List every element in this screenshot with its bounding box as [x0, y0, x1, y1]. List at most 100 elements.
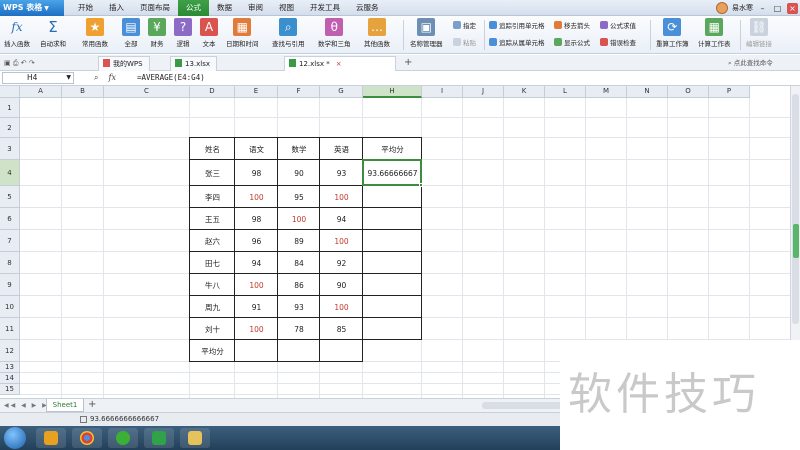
row-header[interactable]: 10 — [0, 296, 20, 318]
taskbar-explorer[interactable] — [180, 428, 210, 448]
table-cell-english[interactable]: 100 — [320, 296, 363, 318]
menu-insert[interactable]: 插入 — [101, 0, 132, 16]
table-cell-name[interactable]: 刘十 — [190, 318, 235, 340]
table-cell-chinese[interactable]: 98 — [235, 208, 278, 230]
column-header[interactable]: P — [709, 86, 750, 98]
other-functions-button[interactable]: … 其他函数 — [364, 18, 390, 48]
calc-sheet-button[interactable]: ▦ 计算工作表 — [698, 18, 731, 48]
edit-links-button[interactable]: ⛓ 编辑链接 — [746, 18, 772, 48]
table-cell-math[interactable]: 95 — [278, 186, 320, 208]
menu-review[interactable]: 审阅 — [240, 0, 271, 16]
select-all-corner[interactable] — [0, 86, 20, 98]
redo-icon[interactable]: ↷ — [29, 59, 35, 67]
column-header[interactable]: M — [586, 86, 627, 98]
trace-dependents-button[interactable]: 追踪从属单元格 — [489, 37, 545, 47]
common-functions-button[interactable]: ★ 常用函数 — [82, 18, 108, 48]
table-cell-name[interactable]: 周九 — [190, 296, 235, 318]
new-tab-button[interactable]: + — [404, 57, 412, 68]
header-average[interactable]: 平均分 — [363, 138, 422, 160]
menu-page-layout[interactable]: 页面布局 — [132, 0, 178, 16]
column-header[interactable]: J — [463, 86, 504, 98]
error-check-button[interactable]: 错误检查 — [600, 37, 636, 47]
insert-function-button[interactable]: fx 插入函数 — [4, 18, 30, 48]
row-header[interactable]: 5 — [0, 186, 20, 208]
table-cell-avg[interactable] — [363, 296, 422, 318]
text-button[interactable]: A 文本 — [200, 18, 218, 48]
recalc-workbook-button[interactable]: ⟳ 重算工作簿 — [656, 18, 689, 48]
formula-eval-button[interactable]: 公式求值 — [600, 20, 636, 30]
taskbar-app-tiles[interactable] — [36, 428, 66, 448]
column-header[interactable]: E — [235, 86, 278, 98]
find-command[interactable]: ⌕ 点此查找命令 — [728, 57, 773, 69]
menu-formulas[interactable]: 公式 — [178, 0, 209, 16]
footer-average-label[interactable]: 平均分 — [190, 340, 235, 362]
table-cell-avg[interactable] — [363, 318, 422, 340]
horizontal-scrollbar[interactable] — [482, 402, 562, 409]
column-header[interactable]: B — [62, 86, 104, 98]
row-header[interactable]: 3 — [0, 138, 20, 160]
column-header[interactable]: A — [20, 86, 62, 98]
menu-view[interactable]: 视图 — [271, 0, 302, 16]
column-header[interactable]: G — [320, 86, 363, 98]
header-name[interactable]: 姓名 — [190, 138, 235, 160]
paste-button[interactable]: 粘贴 — [453, 37, 476, 47]
taskbar-chrome[interactable] — [72, 428, 102, 448]
header-math[interactable]: 数学 — [278, 138, 320, 160]
table-cell-chinese[interactable]: 94 — [235, 252, 278, 274]
tab-file-12[interactable]: 12.xlsx * × — [284, 56, 396, 71]
formula-input[interactable]: =AVERAGE(E4:G4) — [137, 72, 205, 84]
row-header[interactable]: 8 — [0, 252, 20, 274]
table-cell-math[interactable]: 93 — [278, 296, 320, 318]
header-chinese[interactable]: 语文 — [235, 138, 278, 160]
row-header[interactable]: 15 — [0, 384, 20, 395]
side-panel-handle[interactable] — [793, 224, 799, 258]
user-name[interactable]: 易水寒 — [732, 3, 753, 13]
table-cell-english[interactable]: 100 — [320, 186, 363, 208]
fx-icon[interactable]: fx — [108, 72, 115, 84]
tab-file-13[interactable]: 13.xlsx — [170, 56, 218, 71]
close-icon[interactable]: × — [787, 2, 798, 14]
table-cell-chinese[interactable]: 91 — [235, 296, 278, 318]
row-header[interactable]: 7 — [0, 230, 20, 252]
table-cell-math[interactable]: 90 — [278, 160, 320, 186]
table-cell-math[interactable]: 86 — [278, 274, 320, 296]
close-icon[interactable]: × — [336, 60, 342, 68]
table-cell-chinese[interactable]: 100 — [235, 274, 278, 296]
specify-button[interactable]: 指定 — [453, 20, 476, 30]
table-cell-math[interactable]: 100 — [278, 208, 320, 230]
row-header[interactable]: 2 — [0, 118, 20, 138]
column-header[interactable]: H — [363, 86, 422, 98]
add-sheet-button[interactable]: + — [88, 399, 96, 411]
zoom-icon[interactable]: ⌕ — [94, 72, 98, 84]
table-cell-chinese[interactable]: 96 — [235, 230, 278, 252]
table-cell-math[interactable]: 84 — [278, 252, 320, 274]
start-button[interactable] — [4, 427, 26, 449]
table-cell-english[interactable]: 94 — [320, 208, 363, 230]
table-cell-chinese[interactable]: 100 — [235, 186, 278, 208]
table-cell-english[interactable]: 93 — [320, 160, 363, 186]
name-manager-button[interactable]: ▣ 名称管理器 — [410, 18, 443, 48]
column-header[interactable]: I — [422, 86, 463, 98]
scroll-thumb[interactable] — [792, 94, 799, 324]
trace-precedents-button[interactable]: 追踪引用单元格 — [489, 20, 545, 30]
fill-handle[interactable] — [419, 183, 423, 187]
column-header[interactable]: D — [190, 86, 235, 98]
table-cell-chinese[interactable]: 98 — [235, 160, 278, 186]
tab-my-wps[interactable]: 我的WPS — [98, 56, 150, 71]
row-header[interactable]: 11 — [0, 318, 20, 340]
table-cell-name[interactable]: 张三 — [190, 160, 235, 186]
autosum-button[interactable]: Σ 自动求和 — [40, 18, 66, 48]
math-button[interactable]: θ 数学和三角 — [318, 18, 351, 48]
logic-button[interactable]: ? 逻辑 — [174, 18, 192, 48]
table-cell-name[interactable]: 赵六 — [190, 230, 235, 252]
table-cell-math[interactable]: 78 — [278, 318, 320, 340]
active-cell-selection[interactable] — [362, 159, 423, 187]
table-cell-english[interactable]: 90 — [320, 274, 363, 296]
column-header[interactable]: O — [668, 86, 709, 98]
menu-home[interactable]: 开始 — [70, 0, 101, 16]
row-header[interactable]: 1 — [0, 98, 20, 118]
column-header[interactable]: L — [545, 86, 586, 98]
sheet-tab[interactable]: Sheet1 — [46, 399, 84, 412]
table-cell-english[interactable]: 100 — [320, 230, 363, 252]
table-cell-avg[interactable] — [363, 274, 422, 296]
